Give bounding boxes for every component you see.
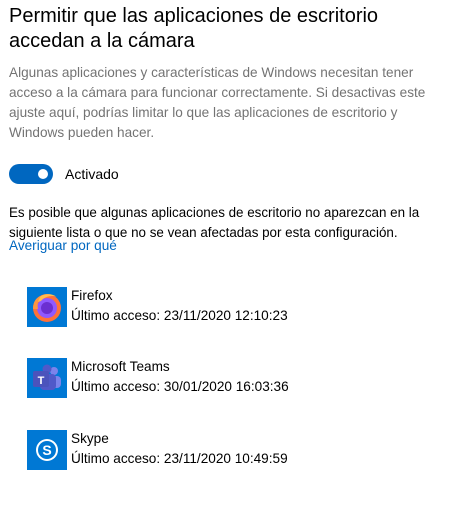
app-list-item-teams: T Microsoft Teams Último acceso: 30/01/2… (27, 358, 289, 398)
app-last-access: Último acceso: 30/01/2020 16:03:36 (71, 379, 289, 394)
camera-desktop-apps-settings: Permitir que las aplicaciones de escrito… (0, 0, 458, 513)
app-last-access: Último acceso: 23/11/2020 12:10:23 (71, 308, 288, 323)
svg-text:S: S (42, 442, 51, 458)
app-name: Firefox (71, 288, 113, 303)
learn-why-link[interactable]: Averiguar por qué (9, 238, 117, 253)
app-name: Skype (71, 431, 109, 446)
svg-text:T: T (38, 375, 45, 387)
description: Algunas aplicaciones y características d… (9, 65, 426, 140)
app-list-item-firefox: Firefox Último acceso: 23/11/2020 12:10:… (27, 287, 288, 327)
firefox-icon (27, 287, 67, 327)
access-toggle[interactable] (9, 164, 53, 184)
access-toggle-row: Activado (9, 164, 119, 184)
toggle-label: Activado (65, 166, 119, 182)
apps-note: Es posible que algunas aplicaciones de e… (9, 205, 420, 240)
app-name: Microsoft Teams (71, 359, 170, 374)
app-list-item-skype: S Skype Último acceso: 23/11/2020 10:49:… (27, 430, 288, 470)
app-last-access: Último acceso: 23/11/2020 10:49:59 (71, 451, 288, 466)
page-title: Permitir que las aplicaciones de escrito… (9, 5, 379, 52)
toggle-knob (38, 169, 48, 179)
teams-icon: T (27, 358, 67, 398)
skype-icon: S (27, 430, 67, 470)
